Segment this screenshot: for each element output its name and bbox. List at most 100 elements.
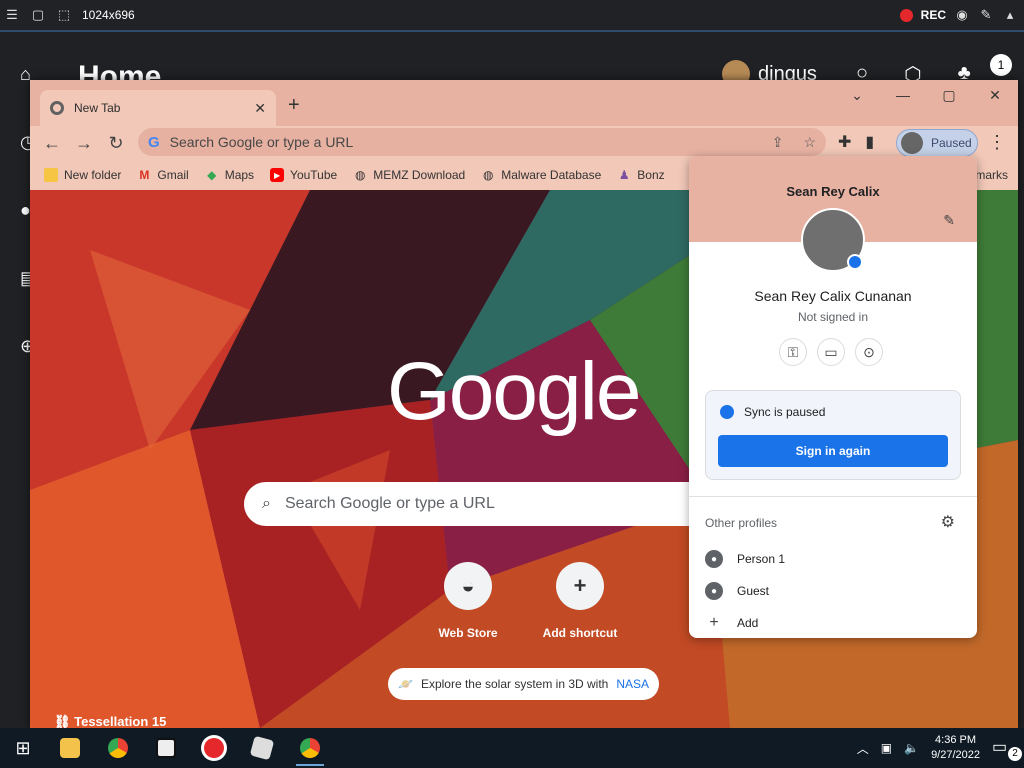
promo-chip[interactable]: 🪐 Explore the solar system in 3D with NA… <box>388 668 660 700</box>
bookmark-label: New folder <box>64 168 122 182</box>
bookmark-label: MEMZ Download <box>373 168 466 182</box>
bookmark-label: Maps <box>224 168 255 182</box>
file-explorer-icon <box>60 738 80 758</box>
window-icon[interactable]: ▢ <box>30 7 46 23</box>
window-controls: ⌄ — ▢ ✕ <box>834 80 1018 110</box>
close-window-icon[interactable]: ✕ <box>972 80 1018 110</box>
web-store-icon: ◒ <box>444 562 492 610</box>
profile-item-person-1[interactable]: ● Person 1 <box>705 550 785 568</box>
bookmark-new-folder[interactable]: New folder <box>44 168 121 182</box>
address-bar-placeholder: Search Google or type a URL <box>169 134 354 150</box>
shortcut-web-store[interactable]: ◒ Web Store <box>428 562 508 640</box>
shortcut-label: Web Store <box>438 626 498 640</box>
forward-icon[interactable]: → <box>68 128 100 158</box>
tab-title: New Tab <box>74 101 121 115</box>
sign-in-again-button[interactable]: Sign in again <box>718 435 948 467</box>
bookmark-label: Gmail <box>157 168 189 182</box>
desktop-screen: ☰ ▢ ⬚ 1024x696 REC ◉ ✎ ▴ ⌂ ◷ ● ▤ ⊕ Home … <box>0 0 1024 768</box>
action-center-icon[interactable]: ▭ 2 <box>992 737 1022 761</box>
more-menu-icon[interactable]: ⋮ <box>988 132 1006 153</box>
tab-search-icon[interactable]: ⌄ <box>834 80 880 110</box>
gear-icon[interactable]: ⚙ <box>941 512 955 532</box>
bookmark-star-icon[interactable]: ☆ <box>803 134 816 151</box>
recording-size-label: 1024x696 <box>82 8 135 22</box>
bookmark-label: YouTube <box>290 168 338 182</box>
bookmark-malware-db[interactable]: ◍ Malware Database <box>481 168 601 182</box>
new-tab-button[interactable]: + <box>288 94 300 117</box>
profile-sign-in-status: Not signed in <box>797 310 869 324</box>
system-tray: ︿ ▣ 🔈 4:36 PM 9/27/2022 ▭ 2 <box>857 728 1022 768</box>
taskbar-recorder[interactable] <box>190 728 238 768</box>
ntp-search-placeholder: Search Google or type a URL <box>284 495 495 512</box>
promo-link[interactable]: NASA <box>616 677 649 691</box>
record-label[interactable]: REC <box>921 8 946 22</box>
record-dot-icon[interactable] <box>899 8 913 22</box>
shortcut-add[interactable]: + Add shortcut <box>540 562 620 640</box>
reload-icon[interactable]: ↻ <box>100 128 132 158</box>
tab-strip: New Tab ✕ + ⌄ — ▢ ✕ <box>30 80 1018 126</box>
profile-quick-actions: ⚿ ▭ ⊙ <box>779 338 883 366</box>
profile-item-guest[interactable]: ● Guest <box>705 582 769 600</box>
profile-item-label: Person 1 <box>737 552 786 566</box>
notification-count-badge: 2 <box>1008 747 1022 761</box>
profile-item-label: Add <box>737 616 759 630</box>
taskbar-clock[interactable]: 4:36 PM 9/27/2022 <box>931 733 980 763</box>
profile-item-add[interactable]: + Add <box>705 614 758 632</box>
globe-icon: ◍ <box>354 168 366 182</box>
address-bar[interactable]: G Search Google or type a URL ⇪ ☆ <box>138 128 826 156</box>
profile-paused-button[interactable]: Paused <box>896 129 978 157</box>
extension-icons: ✚ ▮ <box>838 132 874 152</box>
key-icon[interactable]: ⚿ <box>779 338 807 366</box>
profile-chip-label: Paused <box>931 136 972 150</box>
gmail-icon: M <box>139 168 150 182</box>
sync-paused-badge-icon <box>847 254 863 270</box>
taskbar-roblox[interactable] <box>238 728 286 768</box>
share-icon[interactable]: ⇪ <box>772 134 784 151</box>
extensions-puzzle-icon[interactable]: ✚ <box>838 132 851 152</box>
tab-new-tab[interactable]: New Tab ✕ <box>40 90 276 126</box>
back-icon[interactable]: ← <box>36 128 68 158</box>
windows-start-icon[interactable]: ⊞ <box>0 728 46 768</box>
google-logo: Google <box>387 346 641 437</box>
taskbar-7zip[interactable] <box>142 728 190 768</box>
show-hidden-icons-icon[interactable]: ︿ <box>857 740 869 757</box>
person-icon: ● <box>705 550 723 568</box>
taskbar-chrome-profile[interactable] <box>286 728 334 768</box>
taskbar-chrome[interactable] <box>94 728 142 768</box>
maximize-icon[interactable]: ▢ <box>926 80 972 110</box>
edit-pencil-icon[interactable]: ✎ <box>943 212 955 229</box>
planet-icon: 🪐 <box>398 677 413 691</box>
sync-paused-card: Sync is paused Sign in again <box>705 390 961 480</box>
all-bookmarks-label[interactable]: marks <box>975 168 1008 182</box>
credit-card-icon[interactable]: ▭ <box>817 338 845 366</box>
bonzi-icon: ♟ <box>618 168 630 182</box>
clock-time: 4:36 PM <box>935 734 977 746</box>
collapse-icon[interactable]: ▴ <box>1002 7 1018 23</box>
camera-icon[interactable]: ◉ <box>954 7 970 23</box>
notification-badge: 1 <box>990 54 1012 76</box>
bookmark-label: Bonz <box>637 168 665 182</box>
bookmark-bonzi[interactable]: ♟ Bonz <box>617 168 665 182</box>
bookmark-youtube[interactable]: ▶ YouTube <box>270 168 337 182</box>
side-panel-icon[interactable]: ▮ <box>865 132 874 152</box>
location-pin-icon[interactable]: ⊙ <box>855 338 883 366</box>
region-select-icon[interactable]: ⬚ <box>56 7 72 23</box>
volume-icon[interactable]: 🔈 <box>904 741 919 755</box>
pen-icon[interactable]: ✎ <box>978 7 994 23</box>
minimize-icon[interactable]: — <box>880 80 926 110</box>
plus-icon: + <box>709 614 719 631</box>
ntp-search-box[interactable]: ⌕ Search Google or type a URL <box>244 482 724 526</box>
profile-item-label: Guest <box>737 584 770 598</box>
close-tab-icon[interactable]: ✕ <box>254 100 266 117</box>
bookmark-memz[interactable]: ◍ MEMZ Download <box>353 168 465 182</box>
windows-taskbar: ⊞ ︿ ▣ 🔈 4:36 PM 9/27/2022 ▭ 2 <box>0 728 1024 768</box>
background-credit[interactable]: ⛓ Tessellation 15 <box>54 714 166 728</box>
taskbar-file-explorer[interactable] <box>46 728 94 768</box>
sync-status-text: Sync is paused <box>744 405 826 419</box>
bookmark-maps[interactable]: ◆ Maps <box>205 168 254 182</box>
sync-paused-icon <box>720 405 734 419</box>
network-icon[interactable]: ▣ <box>881 741 892 755</box>
bookmark-gmail[interactable]: M Gmail <box>137 168 188 182</box>
search-icon: ⌕ <box>262 495 271 512</box>
menu-icon[interactable]: ☰ <box>4 7 20 23</box>
